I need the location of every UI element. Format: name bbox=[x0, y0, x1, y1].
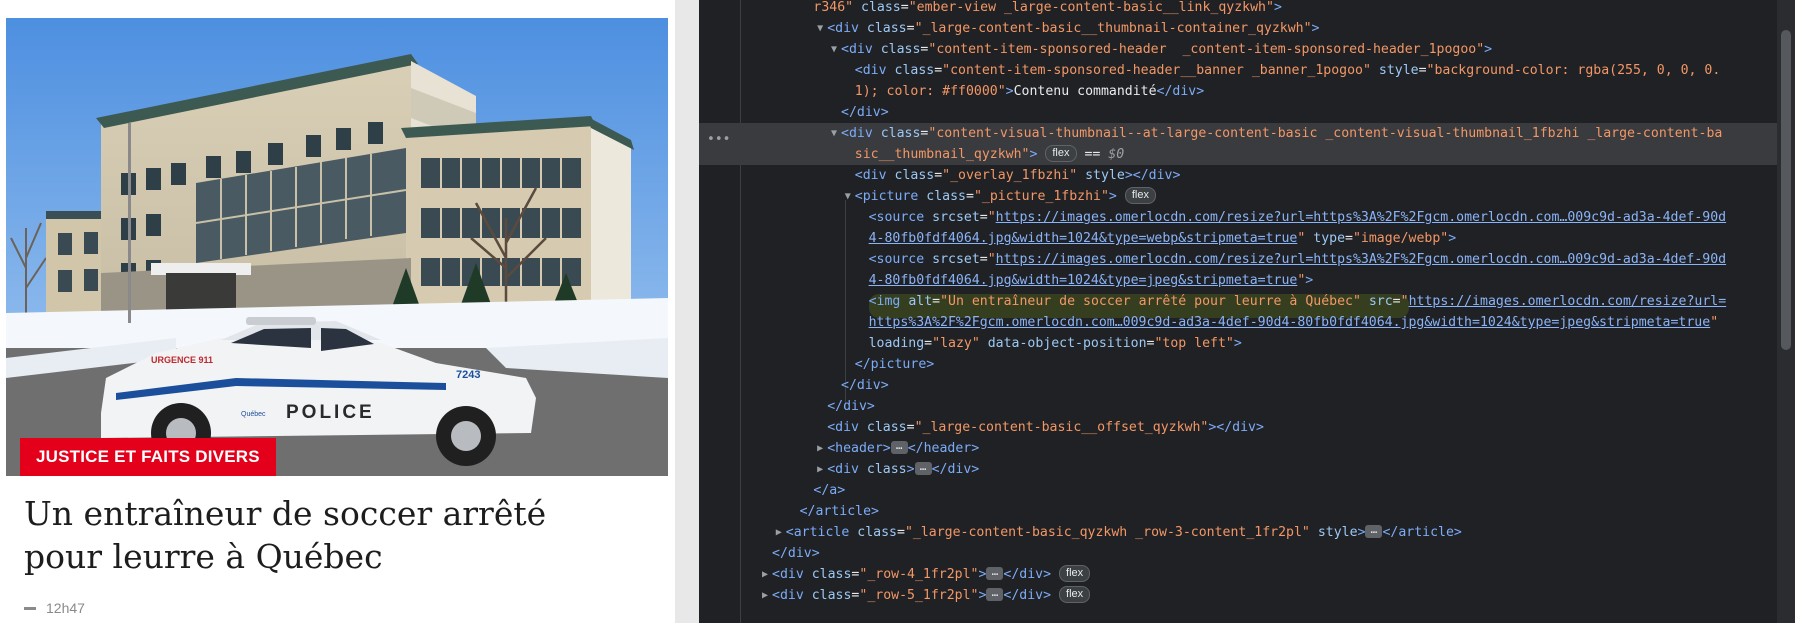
flex-badge[interactable]: flex bbox=[1124, 186, 1156, 204]
car-urgence-text: URGENCE 911 bbox=[151, 355, 213, 365]
article-thumbnail[interactable]: URGENCE 911 POLICE 7243 Québec bbox=[6, 18, 668, 476]
resource-link[interactable]: https%3A%2F%2Fgcm.omerlocdn.com…009c9d-a… bbox=[869, 315, 1711, 330]
indent-guide bbox=[740, 0, 741, 623]
dom-node-line[interactable]: <picture class="_picture_1fbzhi"> flex bbox=[855, 186, 1156, 207]
flex-badge[interactable]: flex bbox=[1059, 585, 1091, 603]
scrollbar-thumb[interactable] bbox=[1781, 30, 1791, 350]
car-unit-number: 7243 bbox=[456, 369, 480, 381]
dom-node-line[interactable]: <article class="_large-content-basic_qyz… bbox=[786, 522, 1462, 543]
scrollbar[interactable] bbox=[1777, 0, 1795, 623]
resource-link[interactable]: https://images.omerlocdn.com/resize?url= bbox=[1409, 294, 1727, 309]
collapsed-ellipsis-button[interactable]: … bbox=[890, 440, 908, 454]
dom-node-line[interactable]: <div class="_large-content-basic__offset… bbox=[827, 417, 1264, 438]
dom-node-line[interactable]: 4-80fb0fdf4064.jpg&width=1024&type=jpeg&… bbox=[869, 270, 1314, 291]
flex-badge[interactable]: flex bbox=[1045, 144, 1077, 162]
car-city-text: Québec bbox=[241, 411, 266, 418]
expand-triangle-closed-icon[interactable]: ▶ bbox=[814, 459, 826, 480]
collapsed-ellipsis-button[interactable]: … bbox=[1365, 524, 1383, 538]
dom-node-line[interactable]: <div class="content-visual-thumbnail--at… bbox=[841, 123, 1722, 144]
dash-icon bbox=[24, 606, 36, 610]
expand-triangle-open-icon[interactable]: ▼ bbox=[828, 123, 840, 144]
resource-link[interactable]: https://images.omerlocdn.com/resize?url=… bbox=[996, 210, 1726, 225]
dom-node-line[interactable]: </div> bbox=[841, 102, 889, 123]
dom-node-line[interactable]: r346" class="ember-view _large-content-b… bbox=[813, 0, 1282, 18]
expand-triangle-closed-icon[interactable]: ▶ bbox=[759, 585, 771, 606]
expand-triangle-open-icon[interactable]: ▼ bbox=[828, 39, 840, 60]
dom-node-line[interactable]: 1); color: #ff0000">Contenu commandité</… bbox=[855, 81, 1204, 102]
dom-node-line[interactable]: </picture> bbox=[855, 354, 934, 375]
dom-node-line[interactable]: <div class="_row-5_1fr2pl">… </div> flex bbox=[772, 585, 1091, 606]
dom-node-line[interactable]: loading="lazy" data-object-position="top… bbox=[869, 333, 1242, 354]
dom-node-line[interactable]: </div> bbox=[772, 543, 820, 564]
pane-divider[interactable] bbox=[675, 0, 699, 623]
dom-node-line[interactable]: </a> bbox=[813, 480, 845, 501]
dom-node-line[interactable]: </div> bbox=[827, 396, 875, 417]
expand-triangle-closed-icon[interactable]: ▶ bbox=[814, 438, 826, 459]
dom-node-line[interactable]: </div> bbox=[841, 375, 889, 396]
flex-badge[interactable]: flex bbox=[1059, 564, 1091, 582]
category-badge[interactable]: JUSTICE ET FAITS DIVERS bbox=[20, 438, 276, 476]
dom-node-line[interactable]: <div class="_large-content-basic__thumbn… bbox=[827, 18, 1319, 39]
resource-link[interactable]: https://images.omerlocdn.com/resize?url=… bbox=[996, 252, 1726, 267]
collapsed-ellipsis-button[interactable]: … bbox=[986, 587, 1004, 601]
dom-node-line[interactable]: <source srcset="https://images.omerlocdn… bbox=[869, 249, 1727, 270]
dom-node-line[interactable]: <div class="_overlay_1fbzhi" style></div… bbox=[855, 165, 1181, 186]
car-police-text: POLICE bbox=[286, 402, 375, 423]
expand-triangle-closed-icon[interactable]: ▶ bbox=[773, 522, 785, 543]
dom-node-line[interactable]: <source srcset="https://images.omerlocdn… bbox=[869, 207, 1727, 228]
devtools-elements-panel[interactable]: r346" class="ember-view _large-content-b… bbox=[699, 0, 1795, 623]
dom-node-line[interactable]: <img alt="Un entraîneur de soccer arrêté… bbox=[869, 291, 1727, 312]
dom-node-line[interactable]: https%3A%2F%2Fgcm.omerlocdn.com…009c9d-a… bbox=[869, 312, 1719, 333]
resource-link[interactable]: 4-80fb0fdf4064.jpg&width=1024&type=jpeg&… bbox=[869, 273, 1298, 288]
dom-node-line[interactable]: <div class="_row-4_1fr2pl">… </div> flex bbox=[772, 564, 1091, 585]
dom-node-line[interactable]: sic__thumbnail_qyzkwh"> flex == $0 bbox=[855, 144, 1124, 165]
collapsed-ellipsis-button[interactable]: … bbox=[914, 461, 932, 475]
article-headline[interactable]: Un entraîneur de soccer arrêté pour leur… bbox=[24, 492, 634, 578]
dom-node-line[interactable]: <div class>… </div> bbox=[827, 459, 979, 480]
dom-node-line[interactable]: <div class="content-item-sponsored-heade… bbox=[841, 39, 1492, 60]
collapsed-ellipsis-button[interactable]: … bbox=[986, 566, 1004, 580]
more-actions-icon[interactable]: ••• bbox=[707, 129, 730, 150]
publish-time: 12h47 bbox=[46, 600, 85, 616]
expand-triangle-closed-icon[interactable]: ▶ bbox=[759, 564, 771, 585]
dom-node-line[interactable]: <header>… </header> bbox=[827, 438, 979, 459]
article-meta: 12h47 bbox=[24, 598, 85, 618]
dom-node-line[interactable]: </article> bbox=[800, 501, 879, 522]
expand-triangle-open-icon[interactable]: ▼ bbox=[842, 186, 854, 207]
resource-link[interactable]: 4-80fb0fdf4064.jpg&width=1024&type=webp&… bbox=[869, 231, 1298, 246]
dom-node-line[interactable]: 4-80fb0fdf4064.jpg&width=1024&type=webp&… bbox=[869, 228, 1457, 249]
dom-node-line[interactable]: <div class="content-item-sponsored-heade… bbox=[855, 60, 1721, 81]
expand-triangle-open-icon[interactable]: ▼ bbox=[814, 18, 826, 39]
article-card[interactable]: URGENCE 911 POLICE 7243 Québec JUSTICE E… bbox=[0, 0, 675, 623]
